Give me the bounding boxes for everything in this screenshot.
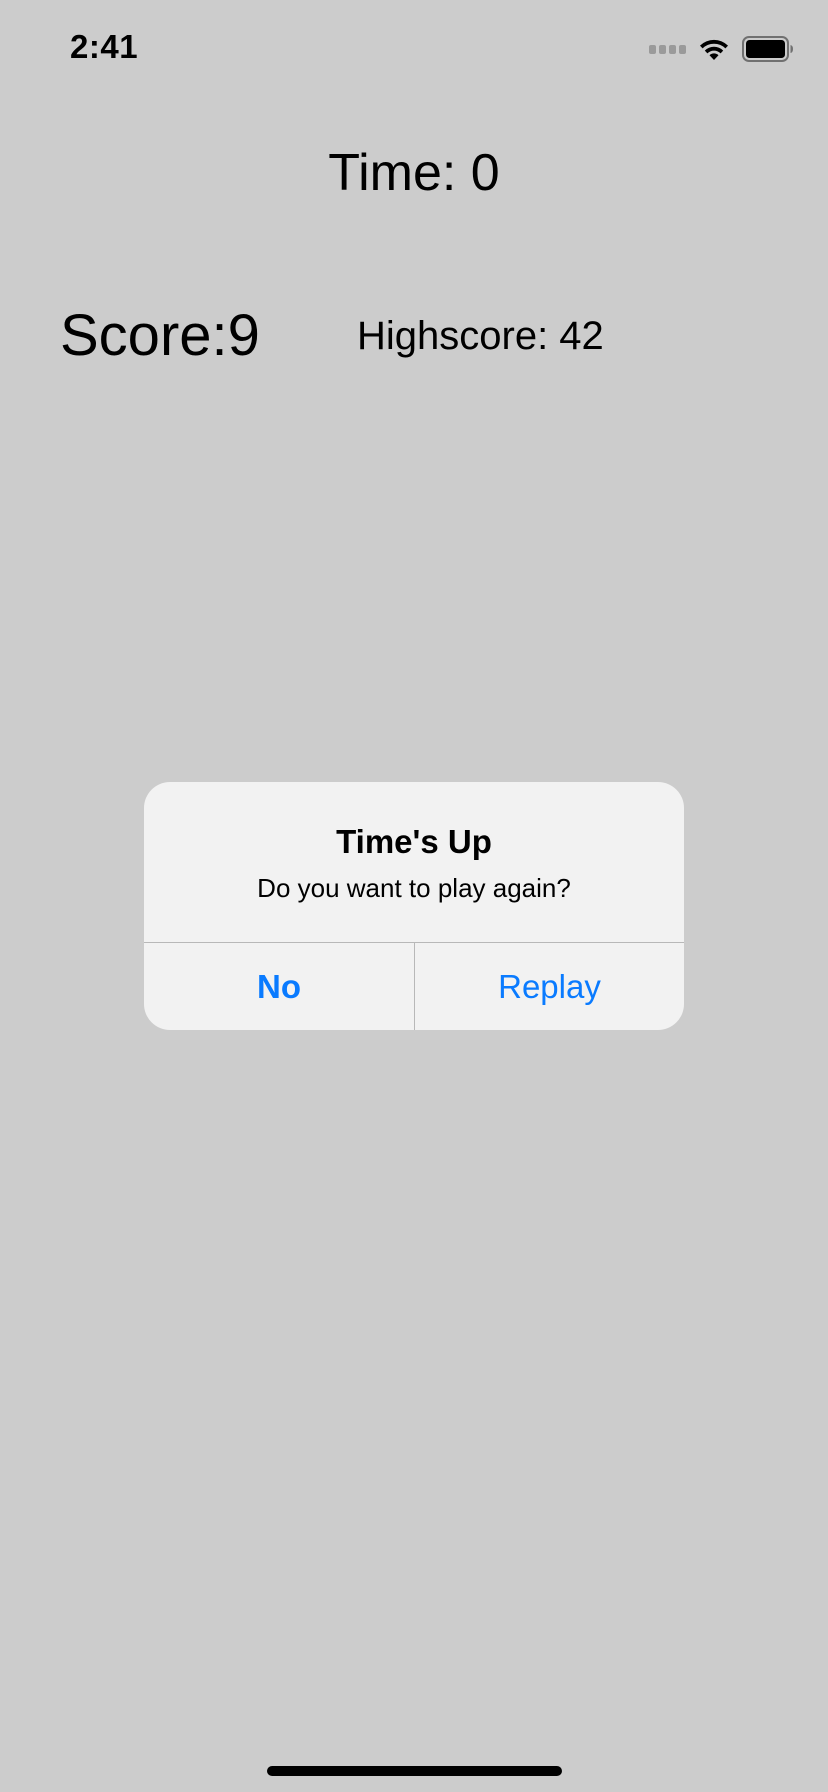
- battery-icon: [742, 36, 794, 62]
- highscore-label: Highscore: 42: [357, 314, 604, 358]
- home-indicator[interactable]: [267, 1766, 562, 1776]
- score-label: Score:9: [60, 303, 260, 368]
- status-bar-time: 2:41: [70, 28, 139, 65]
- alert-title: Time's Up: [336, 823, 492, 860]
- status-bar-icons: [649, 34, 794, 64]
- alert-message: Do you want to play again?: [257, 873, 571, 903]
- wifi-icon: [698, 37, 730, 61]
- times-up-alert: Time's Up Do you want to play again? No …: [144, 782, 684, 1030]
- time-label: Time: 0: [328, 144, 500, 202]
- no-button[interactable]: No: [144, 943, 414, 1030]
- cellular-signal-icon: [649, 44, 686, 54]
- replay-button[interactable]: Replay: [415, 943, 684, 1030]
